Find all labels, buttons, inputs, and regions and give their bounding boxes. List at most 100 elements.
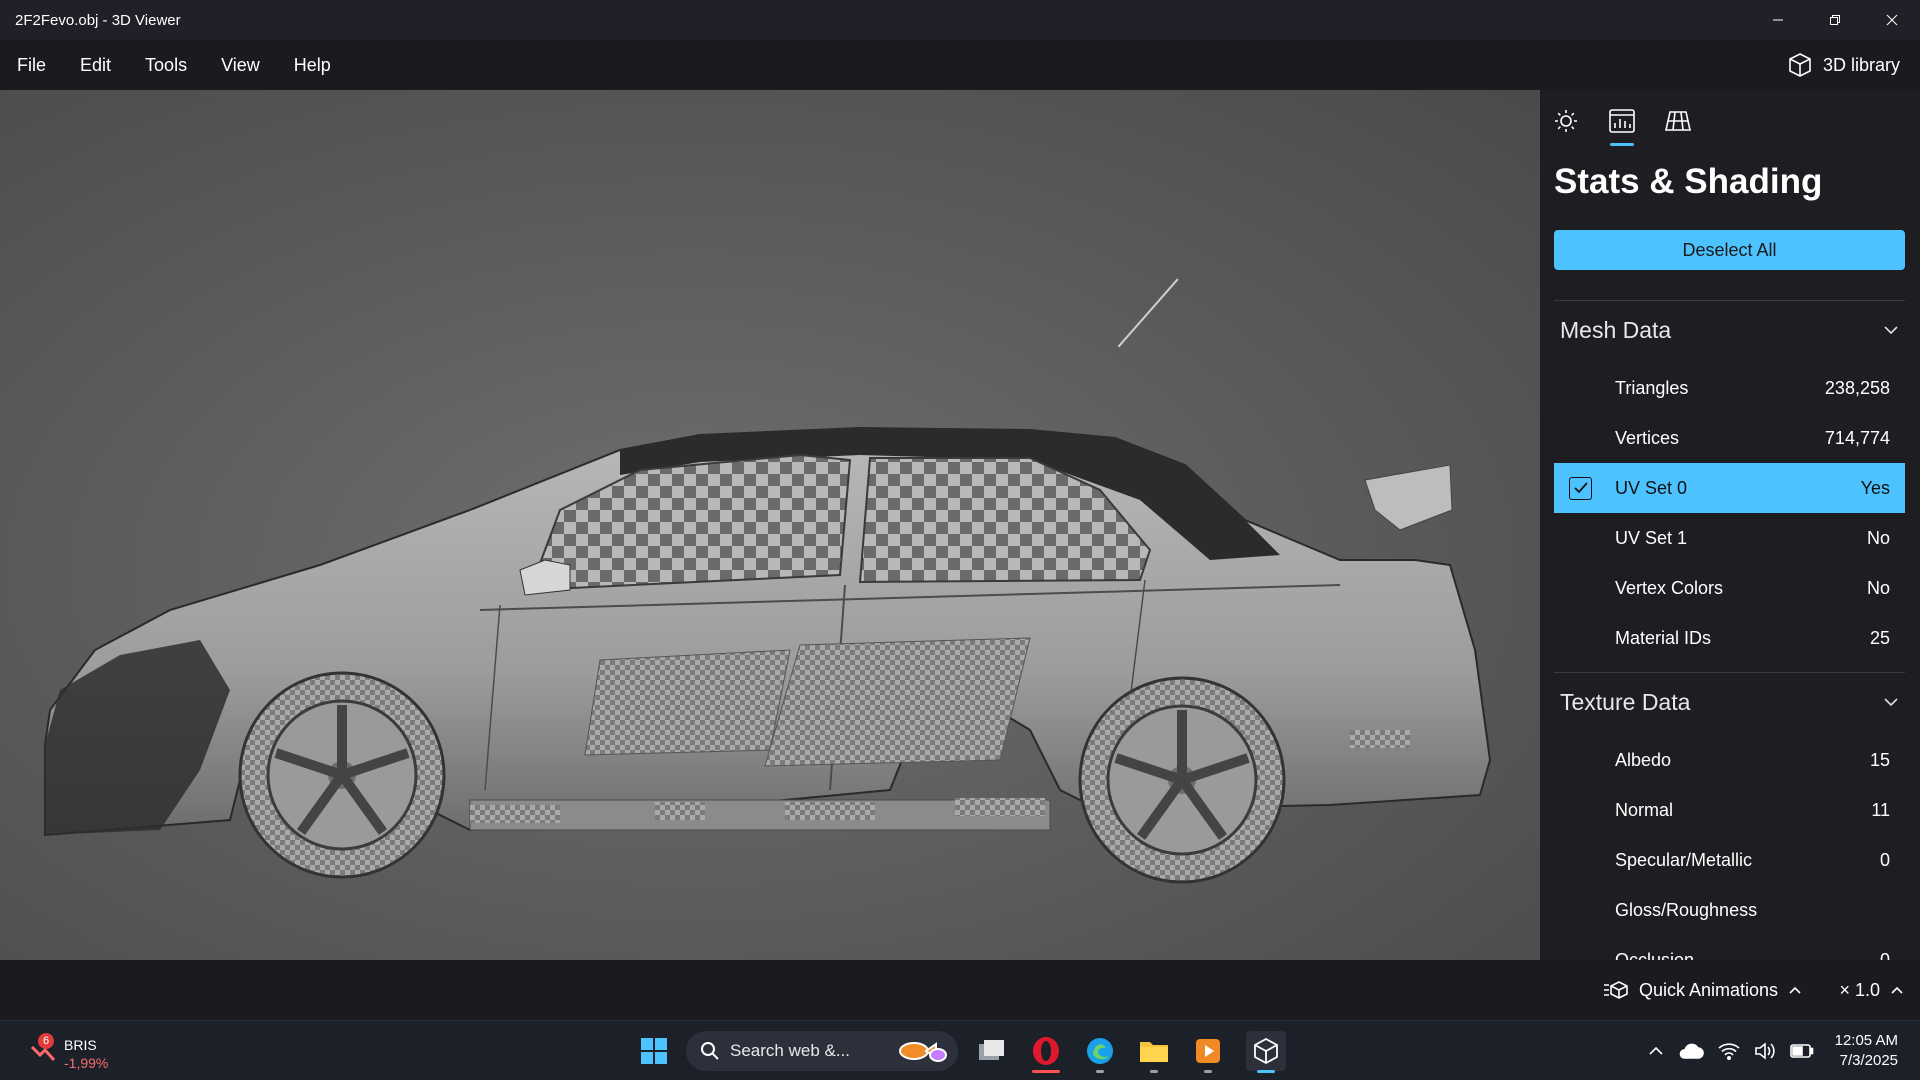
menu-edit[interactable]: Edit	[63, 55, 128, 76]
stat-value: 238,258	[1824, 377, 1890, 398]
menu-view[interactable]: View	[204, 55, 277, 76]
app-running-indicator	[1032, 1070, 1060, 1073]
cloud-icon[interactable]	[1678, 1042, 1704, 1060]
taskbar-search[interactable]: Search web &...	[686, 1031, 958, 1071]
car-model	[44, 278, 1492, 884]
tab-stats-shading[interactable]	[1608, 106, 1636, 146]
tab-grid[interactable]	[1664, 106, 1692, 136]
rear-wheel	[1078, 676, 1286, 884]
stat-row-material-ids[interactable]: Material IDs 25	[1554, 613, 1905, 663]
app-running-indicator	[1204, 1070, 1212, 1073]
menu-file[interactable]: File	[0, 55, 63, 76]
media-player-icon	[1196, 1039, 1220, 1063]
divider	[1554, 300, 1905, 301]
texture-data-header[interactable]: Texture Data	[1554, 677, 1905, 727]
edge-app-button[interactable]	[1080, 1031, 1120, 1073]
windows-logo-icon	[641, 1038, 667, 1064]
search-icon	[701, 1042, 719, 1060]
stat-row-normal[interactable]: Normal 11	[1554, 785, 1905, 835]
stat-label: UV Set 1	[1615, 527, 1688, 548]
close-button[interactable]	[1863, 0, 1920, 40]
app-active-indicator	[1257, 1070, 1275, 1073]
stat-row-specular-metallic[interactable]: Specular/Metallic 0	[1554, 835, 1905, 885]
minimize-icon	[1772, 19, 1783, 21]
wifi-icon[interactable]	[1718, 1042, 1740, 1060]
battery-icon[interactable]	[1790, 1044, 1814, 1058]
panel-tabs	[1552, 106, 1692, 146]
cube-icon	[1789, 53, 1811, 77]
stat-value: No	[1866, 577, 1890, 598]
3d-viewer-icon	[1254, 1037, 1278, 1065]
playback-speed-button[interactable]: × 1.0	[1839, 960, 1904, 1020]
fish-decoration-icon	[899, 1042, 947, 1062]
chevron-down-icon	[1884, 326, 1898, 335]
task-view-icon	[979, 1040, 1004, 1060]
taskbar: 6 BRIS -1,99% Search web &... 12:05 AM 7…	[0, 1020, 1920, 1080]
stat-label: Triangles	[1615, 377, 1689, 398]
3d-viewport[interactable]	[0, 90, 1540, 960]
stat-row-uv-set-1[interactable]: UV Set 1 No	[1554, 513, 1905, 563]
stat-row-vertex-colors[interactable]: Vertex Colors No	[1554, 563, 1905, 613]
playback-speed-label: × 1.0	[1839, 979, 1880, 1000]
stat-row-gloss-roughness[interactable]: Gloss/Roughness	[1554, 885, 1905, 935]
chevron-up-icon	[1891, 986, 1903, 994]
taskbar-clock[interactable]: 12:05 AM 7/3/2025	[1835, 1031, 1898, 1071]
stat-label: UV Set 0	[1615, 477, 1688, 498]
stat-value: 0	[1879, 849, 1890, 870]
stock-symbol: BRIS	[64, 1037, 97, 1053]
close-icon	[1886, 14, 1897, 26]
stat-row-triangles[interactable]: Triangles 238,258	[1554, 363, 1905, 413]
mesh-data-header[interactable]: Mesh Data	[1554, 305, 1905, 355]
stat-row-albedo[interactable]: Albedo 15	[1554, 735, 1905, 785]
folder-icon	[1140, 1042, 1168, 1062]
divider	[1554, 672, 1905, 673]
stat-row-vertices[interactable]: Vertices 714,774	[1554, 413, 1905, 463]
texture-data-title: Texture Data	[1560, 688, 1691, 715]
quick-animations-label: Quick Animations	[1638, 979, 1778, 1000]
tab-lighting[interactable]	[1552, 106, 1580, 136]
app-running-indicator	[1096, 1070, 1104, 1073]
media-player-button[interactable]	[1188, 1031, 1228, 1073]
3d-viewer-app-button[interactable]	[1246, 1031, 1286, 1073]
menu-help[interactable]: Help	[277, 55, 348, 76]
edge-icon	[1087, 1038, 1113, 1064]
app-running-indicator	[1150, 1070, 1158, 1073]
stat-value: 11	[1871, 799, 1890, 820]
minimize-button[interactable]	[1749, 0, 1806, 40]
deselect-all-button[interactable]: Deselect All	[1554, 230, 1905, 270]
stat-row-uv-set-0[interactable]: UV Set 0 Yes	[1554, 463, 1905, 513]
menu-bar: File Edit Tools View Help	[0, 40, 1920, 90]
grid-icon	[1665, 111, 1691, 131]
window-title: 2F2Fevo.obj - 3D Viewer	[15, 11, 181, 29]
stat-label: Albedo	[1615, 749, 1672, 770]
uv-set-0-checkbox[interactable]	[1569, 476, 1592, 500]
sun-icon	[1555, 110, 1577, 132]
stat-value: 25	[1869, 627, 1890, 648]
stats-panel: Stats & Shading Deselect All Mesh Data T…	[1540, 90, 1920, 960]
restore-button[interactable]	[1806, 0, 1863, 40]
notification-badge: 6	[38, 1033, 54, 1049]
window-controls	[1749, 0, 1920, 40]
volume-icon[interactable]	[1754, 1042, 1776, 1060]
stat-label: Vertices	[1615, 427, 1680, 448]
3d-library-label: 3D library	[1822, 54, 1900, 75]
opera-app-button[interactable]	[1026, 1031, 1066, 1073]
stock-change: -1,99%	[64, 1055, 109, 1071]
clock-time: 12:05 AM	[1834, 1032, 1898, 1049]
stat-label: Normal	[1615, 799, 1674, 820]
stat-label: Occlusion	[1615, 949, 1695, 961]
task-view-button[interactable]	[972, 1031, 1012, 1071]
stat-label: Vertex Colors	[1615, 577, 1724, 598]
menu-tools[interactable]: Tools	[128, 55, 204, 76]
quick-animations-button[interactable]: Quick Animations	[1603, 960, 1802, 1020]
stock-widget[interactable]: 6 BRIS -1,99%	[26, 1029, 146, 1073]
file-explorer-button[interactable]	[1134, 1031, 1174, 1073]
chevron-up-icon	[1789, 986, 1801, 994]
animation-cube-icon	[1603, 981, 1628, 999]
stat-row-occlusion[interactable]: Occlusion 0	[1554, 935, 1905, 961]
start-button[interactable]	[634, 1031, 674, 1071]
checkmark-icon	[1573, 482, 1588, 494]
stat-label: Material IDs	[1615, 627, 1712, 648]
chevron-up-icon[interactable]	[1648, 1043, 1664, 1059]
3d-library-button[interactable]: 3D library	[1787, 40, 1900, 90]
